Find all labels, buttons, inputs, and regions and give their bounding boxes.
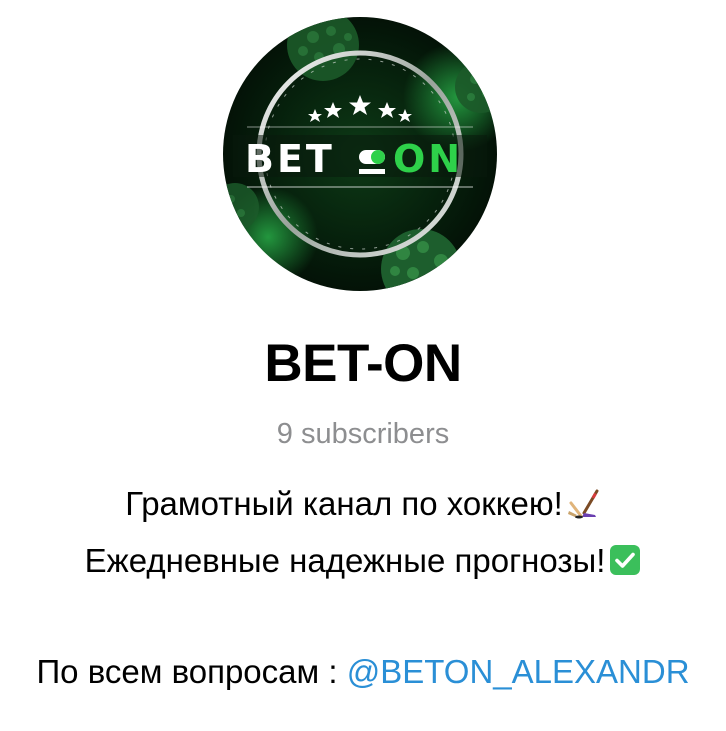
channel-name: BET-ON <box>264 334 462 393</box>
description-line-2: Ежедневные надежные прогнозы! <box>0 539 726 587</box>
description-contact: По всем вопросам : @BETON_ALEXANDR <box>0 650 726 694</box>
description-text-2: Ежедневные надежные прогнозы! <box>84 542 606 579</box>
bet-on-logo: BET ON <box>223 17 497 291</box>
contact-username-link[interactable]: @BETON_ALEXANDR <box>347 653 690 690</box>
check-mark-button-icon <box>609 543 641 587</box>
hockey-stick-icon <box>567 486 601 530</box>
subscriber-count: 9 subscribers <box>276 418 450 450</box>
description-line-1: Грамотный канал по хоккею! <box>0 482 726 530</box>
channel-avatar[interactable]: BET ON <box>223 17 497 291</box>
contact-prefix: По всем вопросам : <box>36 653 347 690</box>
channel-profile: BET ON BET-ON 9 subscribers Грамотный ка… <box>0 0 726 731</box>
svg-text:BET: BET <box>245 137 335 181</box>
svg-text:ON: ON <box>393 137 463 181</box>
description-text-1: Грамотный канал по хоккею! <box>125 485 563 522</box>
